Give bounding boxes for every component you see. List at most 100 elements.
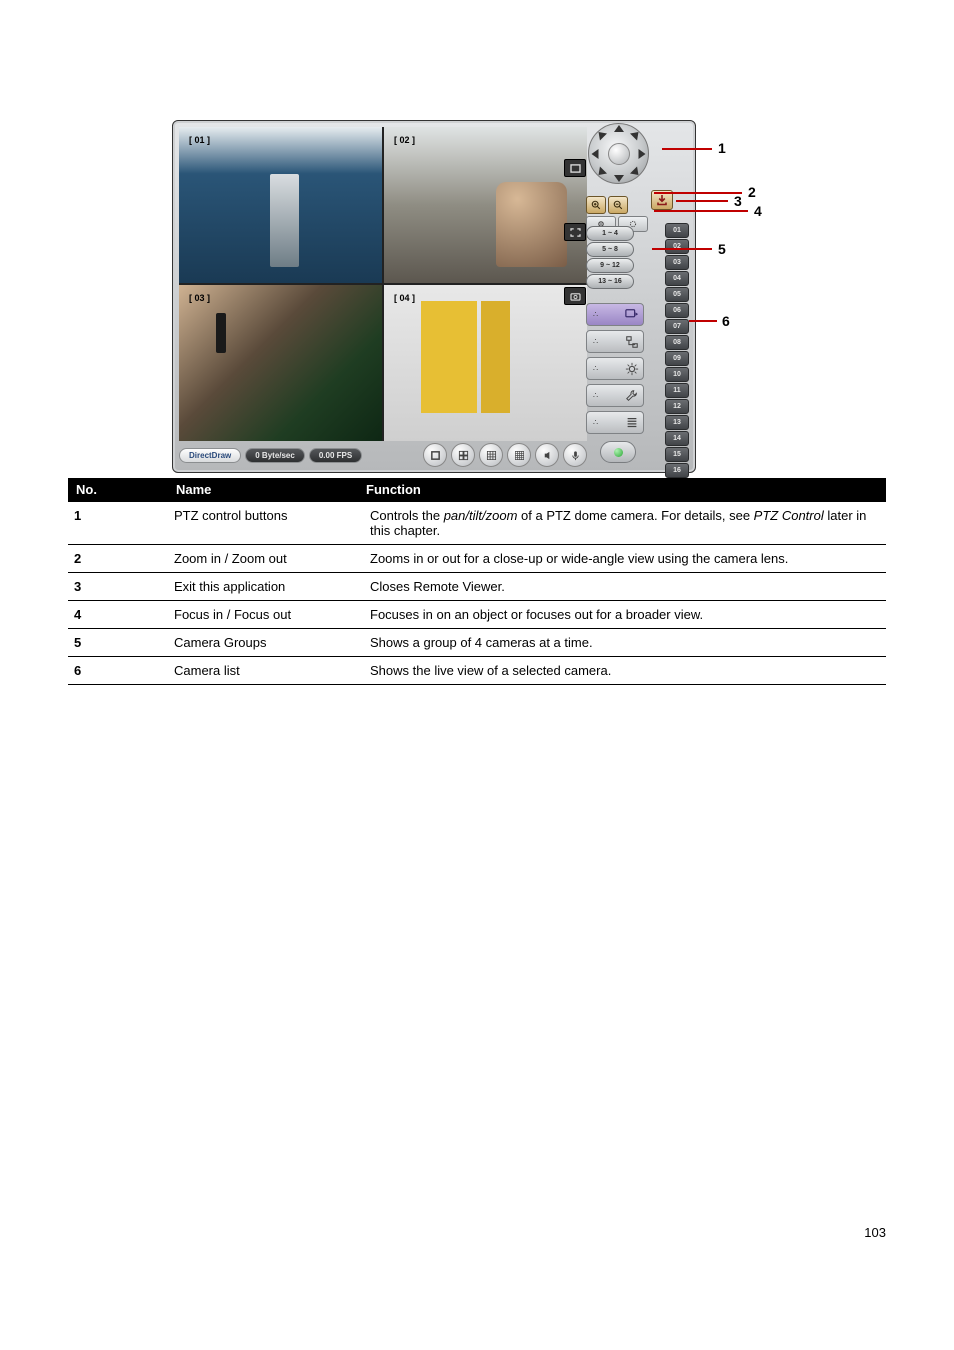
camera-15-button[interactable]: 15: [665, 447, 689, 462]
camera-04-button[interactable]: 04: [665, 271, 689, 286]
camera-10-button[interactable]: 10: [665, 367, 689, 382]
camera-08-button[interactable]: 08: [665, 335, 689, 350]
camera-01-button[interactable]: 01: [665, 223, 689, 238]
camera-tile-1[interactable]: [ 01 ]: [179, 127, 382, 283]
camera-tile-4[interactable]: [ 04 ]: [384, 285, 587, 441]
window-mode-icon[interactable]: [564, 159, 586, 177]
camera-13-button[interactable]: 13: [665, 415, 689, 430]
ptz-upright-icon[interactable]: [630, 128, 642, 140]
legend-col-name: Name: [176, 478, 366, 502]
camera-tile-2[interactable]: [ 02 ]: [384, 127, 587, 283]
camera-11-button[interactable]: 11: [665, 383, 689, 398]
video-grid: [ 01 ] [ 02 ] [ 03 ] [ 04 ]: [179, 127, 587, 441]
row-desc: Shows a group of 4 cameras at a time.: [364, 629, 886, 657]
dots-icon: ∴: [593, 418, 599, 427]
callout-line-6: [689, 320, 717, 322]
camera-label: [ 03 ]: [189, 293, 210, 303]
directdraw-pill: DirectDraw: [179, 448, 241, 463]
tool-button[interactable]: ∴: [586, 384, 644, 407]
row-name: Camera list: [168, 657, 364, 685]
callout-number: 6: [722, 313, 730, 329]
camera-12-button[interactable]: 12: [665, 399, 689, 414]
group-1-4-button[interactable]: 1 ~ 4: [586, 226, 634, 241]
ptz-left-icon[interactable]: [592, 149, 599, 159]
row-name: Focus in / Focus out: [168, 601, 364, 629]
snapshot-icon[interactable]: [564, 287, 586, 305]
view-1x1-button[interactable]: [423, 443, 447, 467]
legend-header: No. Name Function: [68, 478, 886, 502]
table-row: 2 Zoom in / Zoom out Zooms in or out for…: [68, 545, 886, 573]
table-row: 3 Exit this application Closes Remote Vi…: [68, 573, 886, 601]
page-number: 103: [0, 1225, 886, 1240]
ptz-right-icon[interactable]: [639, 149, 646, 159]
view-3x3-button[interactable]: [479, 443, 503, 467]
callout-number: 5: [718, 241, 726, 257]
camera-tile-3[interactable]: [ 03 ]: [179, 285, 382, 441]
camera-label: [ 04 ]: [394, 293, 415, 303]
row-name: Zoom in / Zoom out: [168, 545, 364, 573]
dots-icon: ∴: [593, 391, 599, 400]
ptz-center-icon[interactable]: [608, 143, 630, 165]
camera-14-button[interactable]: 14: [665, 431, 689, 446]
network-button[interactable]: ∴: [586, 330, 644, 353]
camera-02-button[interactable]: 02: [665, 239, 689, 254]
group-13-16-button[interactable]: 13 ~ 16: [586, 274, 634, 289]
callout-number: 3: [734, 193, 742, 209]
screenshot-container: [ 01 ] [ 02 ] [ 03 ] [ 04 ] DirectDraw 0…: [172, 120, 754, 473]
row-desc: Controls the pan/tilt/zoom of a PTZ dome…: [364, 502, 886, 545]
table-row: 6 Camera list Shows the live view of a s…: [68, 657, 886, 685]
callout-line-4: [654, 210, 748, 212]
camera-07-button[interactable]: 07: [665, 319, 689, 334]
dots-icon: ∴: [593, 310, 599, 319]
row-name: Exit this application: [168, 573, 364, 601]
zoom-in-button[interactable]: [586, 196, 606, 214]
camera-06-button[interactable]: 06: [665, 303, 689, 318]
row-no: 6: [68, 657, 168, 685]
camera-group-buttons: 1 ~ 4 5 ~ 8 9 ~ 12 13 ~ 16: [586, 226, 648, 290]
record-led-icon: [614, 448, 623, 457]
view-4x4-button[interactable]: [507, 443, 531, 467]
camera-list: 01 02 03 04 05 06 07 08 09 10 11 12 13 1…: [665, 223, 687, 479]
callout-number: 4: [754, 203, 762, 219]
callout-number: 1: [718, 140, 726, 156]
right-control-panel: 1 ~ 4 5 ~ 8 9 ~ 12 13 ~ 16 01 02 03 04 0…: [586, 123, 690, 469]
dots-icon: ∴: [593, 364, 599, 373]
list-button[interactable]: ∴: [586, 411, 644, 434]
camera-03-button[interactable]: 03: [665, 255, 689, 270]
zoom-out-button[interactable]: [608, 196, 628, 214]
camera-label: [ 01 ]: [189, 135, 210, 145]
audio-button[interactable]: [535, 443, 559, 467]
legend-col-function: Function: [366, 478, 886, 502]
status-bar: DirectDraw 0 Byte/sec 0.00 FPS: [179, 443, 587, 467]
callout-line-1: [662, 148, 712, 150]
ptz-downleft-icon[interactable]: [595, 166, 607, 178]
dots-icon: ∴: [593, 337, 599, 346]
record-button[interactable]: [600, 441, 636, 463]
view-2x2-button[interactable]: [451, 443, 475, 467]
table-row: 4 Focus in / Focus out Focuses in on an …: [68, 601, 886, 629]
fullscreen-icon[interactable]: [564, 223, 586, 241]
camera-16-button[interactable]: 16: [665, 463, 689, 478]
camera-09-button[interactable]: 09: [665, 351, 689, 366]
group-9-12-button[interactable]: 9 ~ 12: [586, 258, 634, 273]
ptz-downright-icon[interactable]: [630, 166, 642, 178]
remote-connect-button[interactable]: ∴: [586, 303, 644, 326]
row-no: 3: [68, 573, 168, 601]
ptz-up-icon[interactable]: [614, 125, 624, 132]
callout-line-5: [652, 248, 712, 250]
row-no: 2: [68, 545, 168, 573]
row-no: 4: [68, 601, 168, 629]
mic-button[interactable]: [563, 443, 587, 467]
function-buttons: ∴ ∴ ∴ ∴ ∴: [586, 303, 646, 434]
row-desc: Closes Remote Viewer.: [364, 573, 886, 601]
settings-button[interactable]: ∴: [586, 357, 644, 380]
callout-line-3: [676, 200, 728, 202]
camera-05-button[interactable]: 05: [665, 287, 689, 302]
row-desc: Shows the live view of a selected camera…: [364, 657, 886, 685]
ptz-upleft-icon[interactable]: [595, 128, 607, 140]
group-5-8-button[interactable]: 5 ~ 8: [586, 242, 634, 257]
ptz-dial[interactable]: [588, 123, 649, 184]
fps-pill: 0.00 FPS: [309, 448, 362, 463]
ptz-down-icon[interactable]: [614, 175, 624, 182]
row-desc: Focuses in on an object or focuses out f…: [364, 601, 886, 629]
